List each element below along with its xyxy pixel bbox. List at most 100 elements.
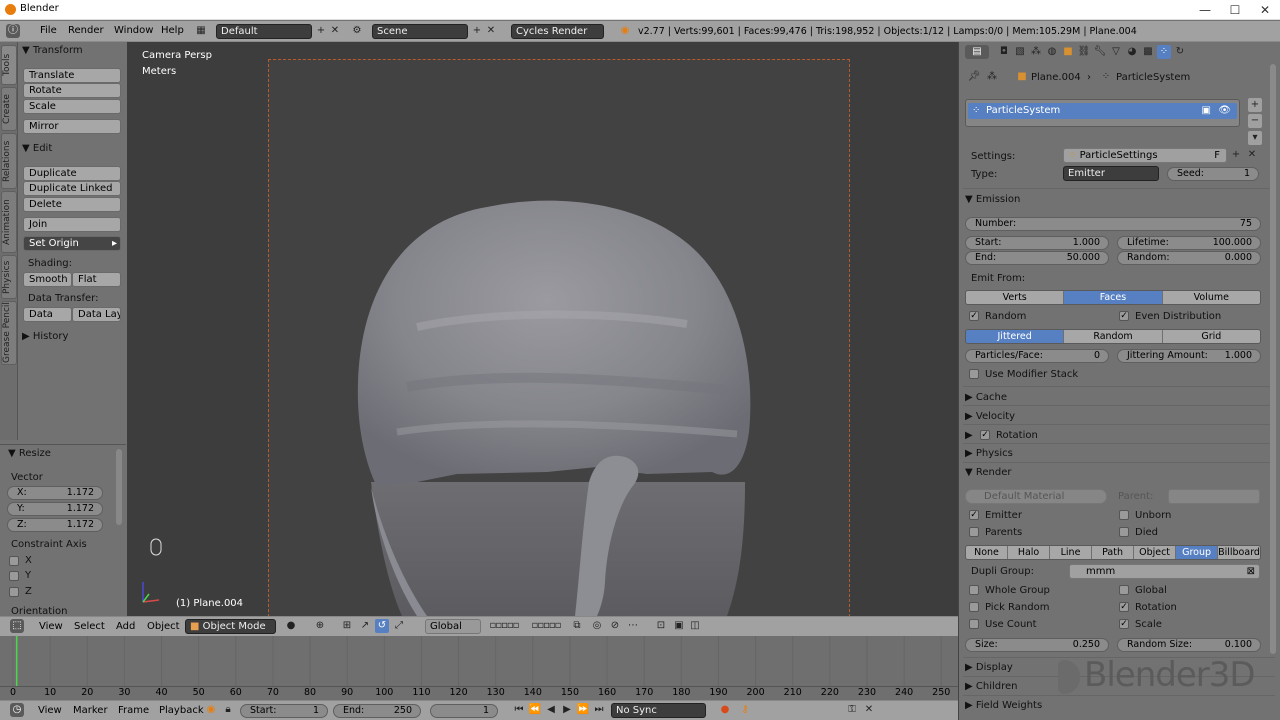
- use-rotation-checkbox[interactable]: [1119, 602, 1129, 612]
- play-reverse-icon[interactable]: ◀: [544, 703, 558, 717]
- render-as-line[interactable]: Line: [1050, 546, 1093, 559]
- parent-field[interactable]: [1168, 489, 1260, 504]
- lock-layer-icon[interactable]: ⧉: [570, 619, 584, 633]
- resize-panel-header[interactable]: ▼ Resize: [8, 448, 51, 459]
- tab-create[interactable]: Create: [1, 87, 17, 131]
- display-panel-header[interactable]: ▶ Display: [965, 662, 1013, 673]
- mirror-button[interactable]: Mirror: [23, 119, 121, 134]
- tab-physics[interactable]: Physics: [1, 255, 17, 299]
- particle-settings-field[interactable]: ⁘ ParticleSettings F: [1063, 148, 1227, 163]
- distribution-random[interactable]: Random: [1064, 330, 1163, 343]
- world-tab-icon[interactable]: ◍: [1045, 45, 1059, 59]
- editor-type-icon[interactable]: ⓘ: [6, 24, 20, 38]
- texture-tab-icon[interactable]: ▩: [1141, 45, 1155, 59]
- auto-keying-icon[interactable]: ●: [718, 703, 732, 717]
- layers-icon[interactable]: ▫▫▫▫▫: [485, 619, 523, 633]
- scale-manipulator-icon[interactable]: ⤢: [392, 619, 406, 633]
- set-origin-menu[interactable]: Set Origin ▸: [23, 236, 121, 251]
- viewport-editor-type-icon[interactable]: ⬚: [10, 619, 24, 633]
- clear-dupli-group-icon[interactable]: ⊠: [1247, 565, 1255, 578]
- maximize-button[interactable]: ☐: [1220, 1, 1250, 19]
- render-parents-checkbox[interactable]: [969, 527, 979, 537]
- scene-icon[interactable]: ⚙: [350, 24, 364, 38]
- fake-user-toggle[interactable]: F: [1214, 149, 1220, 162]
- lifetime-field[interactable]: Lifetime: 100.000: [1117, 236, 1261, 250]
- render-as-none[interactable]: None: [966, 546, 1009, 559]
- close-button[interactable]: ✕: [1250, 1, 1280, 19]
- data-tab-icon[interactable]: ▽: [1109, 45, 1123, 59]
- data-button[interactable]: Data: [23, 307, 72, 322]
- vp-menu-object[interactable]: Object: [147, 621, 180, 632]
- delete-keyframe-icon[interactable]: ✕: [862, 703, 876, 717]
- vector-y-field[interactable]: Y: 1.172: [7, 502, 103, 516]
- menu-window[interactable]: Window: [114, 25, 153, 36]
- frame-end-field[interactable]: End: 250: [333, 704, 421, 718]
- cache-panel-header[interactable]: ▶ Cache: [965, 392, 1007, 403]
- viewport-visibility-eye-icon[interactable]: 👁︎: [1218, 103, 1231, 119]
- particle-type-select[interactable]: Emitter: [1063, 166, 1159, 181]
- properties-scrollbar[interactable]: [1270, 64, 1276, 654]
- tab-relations[interactable]: Relations: [1, 133, 17, 189]
- minimize-button[interactable]: —: [1190, 1, 1220, 19]
- smooth-button[interactable]: Smooth: [23, 272, 72, 287]
- particle-system-list-item[interactable]: ParticleSystem ⁘ ▣ 👁︎: [968, 103, 1237, 119]
- vector-x-field[interactable]: X: 1.172: [7, 486, 103, 500]
- viewport-shading-icon[interactable]: ●: [284, 619, 298, 633]
- transform-panel-header[interactable]: ▼ Transform: [22, 45, 83, 56]
- physics-panel-header[interactable]: ▶ Physics: [965, 448, 1013, 459]
- emit-from-faces[interactable]: Faces: [1064, 291, 1163, 304]
- remove-particle-system-icon[interactable]: −: [1248, 114, 1262, 128]
- layers-2-icon[interactable]: ▫▫▫▫▫: [527, 619, 565, 633]
- screen-layout-field[interactable]: Default: [216, 24, 312, 39]
- dupli-group-field[interactable]: mmm ⊠: [1069, 564, 1260, 579]
- menu-file[interactable]: File: [40, 25, 57, 36]
- particle-specials-icon[interactable]: ▾: [1248, 131, 1262, 145]
- render-emitter-checkbox[interactable]: [969, 510, 979, 520]
- manipulator-toggle-icon[interactable]: ⊞: [340, 619, 354, 633]
- object-tab-icon[interactable]: ■: [1061, 45, 1075, 59]
- play-icon[interactable]: ▶: [560, 703, 574, 717]
- emit-from-volume[interactable]: Volume: [1162, 291, 1260, 304]
- render-view-icon[interactable]: ◫: [688, 619, 702, 633]
- vp-menu-view[interactable]: View: [39, 621, 63, 632]
- frame-start-field[interactable]: Start: 1: [240, 704, 328, 718]
- constraint-z-checkbox[interactable]: [9, 587, 19, 597]
- modifiers-tab-icon[interactable]: 🔧︎: [1093, 45, 1107, 59]
- number-field[interactable]: Number: 75: [965, 217, 1261, 231]
- render-as-group[interactable]: Group: [1176, 546, 1219, 559]
- emission-panel-header[interactable]: ▼ Emission: [965, 194, 1020, 205]
- emission-end-field[interactable]: End: 50.000: [965, 251, 1109, 265]
- vector-z-field[interactable]: Z: 1.172: [7, 518, 103, 532]
- render-as-halo[interactable]: Halo: [1008, 546, 1051, 559]
- add-particle-system-icon[interactable]: +: [1248, 98, 1262, 112]
- particle-system-list[interactable]: ParticleSystem ⁘ ▣ 👁︎: [965, 99, 1240, 127]
- data-layout-button[interactable]: Data Layo: [72, 307, 121, 322]
- velocity-panel-header[interactable]: ▶ Velocity: [965, 411, 1015, 422]
- jump-start-icon[interactable]: ⏮: [512, 703, 526, 717]
- render-tab-icon[interactable]: ◘: [997, 45, 1011, 59]
- distribution-jittered[interactable]: Jittered: [966, 330, 1065, 343]
- vp-menu-select[interactable]: Select: [74, 621, 105, 632]
- scene-tab-icon[interactable]: ⁂: [1029, 45, 1043, 59]
- jump-end-icon[interactable]: ⏭: [592, 703, 606, 717]
- pick-random-checkbox[interactable]: [969, 602, 979, 612]
- lock-range-icon[interactable]: 🔒︎: [221, 703, 235, 717]
- join-button[interactable]: Join: [23, 217, 121, 232]
- physics-tab-icon[interactable]: ↻: [1173, 45, 1187, 59]
- render-as-path[interactable]: Path: [1092, 546, 1135, 559]
- timeline-area[interactable]: 0 10 20 30 40 50 60 70 80 90 100 110 120 130 140 150 160…: [0, 636, 958, 700]
- snap-element-icon[interactable]: ⋯: [626, 619, 640, 633]
- preview-range-icon[interactable]: ◉: [204, 703, 218, 717]
- flat-button[interactable]: Flat: [72, 272, 121, 287]
- opengl-render-icon[interactable]: ⊡: [654, 619, 668, 633]
- even-distribution-checkbox[interactable]: [1119, 311, 1129, 321]
- delete-button[interactable]: Delete: [23, 197, 121, 212]
- random-size-field[interactable]: Random Size: 0.100: [1117, 638, 1261, 652]
- constraint-x-checkbox[interactable]: [9, 556, 19, 566]
- jump-keyframe-back-icon[interactable]: ⏪: [528, 703, 542, 717]
- whole-group-checkbox[interactable]: [969, 585, 979, 595]
- render-unborn-checkbox[interactable]: [1119, 510, 1129, 520]
- history-panel-header[interactable]: ▶ History: [22, 331, 68, 342]
- constraints-tab-icon[interactable]: ⛓: [1077, 45, 1091, 59]
- menu-render[interactable]: Render: [68, 25, 104, 36]
